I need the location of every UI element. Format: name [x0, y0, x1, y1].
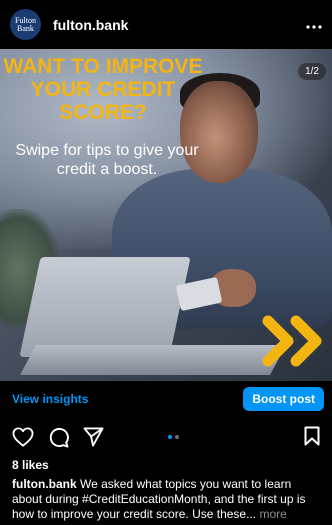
send-icon[interactable]: [83, 427, 104, 447]
insights-bar: View insights Boost post: [0, 381, 332, 417]
avatar[interactable]: Fulton Bank: [10, 9, 41, 40]
view-insights-link[interactable]: View insights: [12, 392, 88, 406]
post-caption: fulton.bank We asked what topics you wan…: [12, 477, 324, 522]
slide-dot-active: [168, 435, 172, 439]
post-subline: Swipe for tips to give your credit a boo…: [15, 142, 199, 178]
bookmark-icon[interactable]: [304, 426, 320, 451]
boost-post-button[interactable]: Boost post: [243, 387, 324, 411]
avatar-text-line2: Bank: [17, 23, 34, 33]
comment-icon[interactable]: [48, 427, 69, 448]
more-horizontal-icon[interactable]: [306, 16, 322, 34]
caption-more-link[interactable]: more: [259, 507, 286, 521]
double-chevron-right-icon[interactable]: [262, 315, 328, 367]
post-image[interactable]: WANT TO IMPROVE YOUR CREDIT SCORE? Swipe…: [0, 49, 332, 381]
slide-indicator: [168, 435, 179, 439]
caption-username[interactable]: fulton.bank: [12, 477, 77, 491]
post-header: Fulton Bank fulton.bank: [0, 0, 332, 49]
slide-counter: 1/2: [298, 63, 326, 80]
action-row: [0, 419, 332, 455]
heart-icon[interactable]: [12, 427, 34, 447]
account-username[interactable]: fulton.bank: [53, 17, 128, 33]
laptop-screen: [19, 257, 191, 357]
slide-dot: [175, 435, 179, 439]
laptop-base: [20, 345, 286, 375]
likes-count[interactable]: 8 likes: [12, 458, 49, 472]
post-headline: WANT TO IMPROVE YOUR CREDIT SCORE?: [3, 55, 203, 124]
